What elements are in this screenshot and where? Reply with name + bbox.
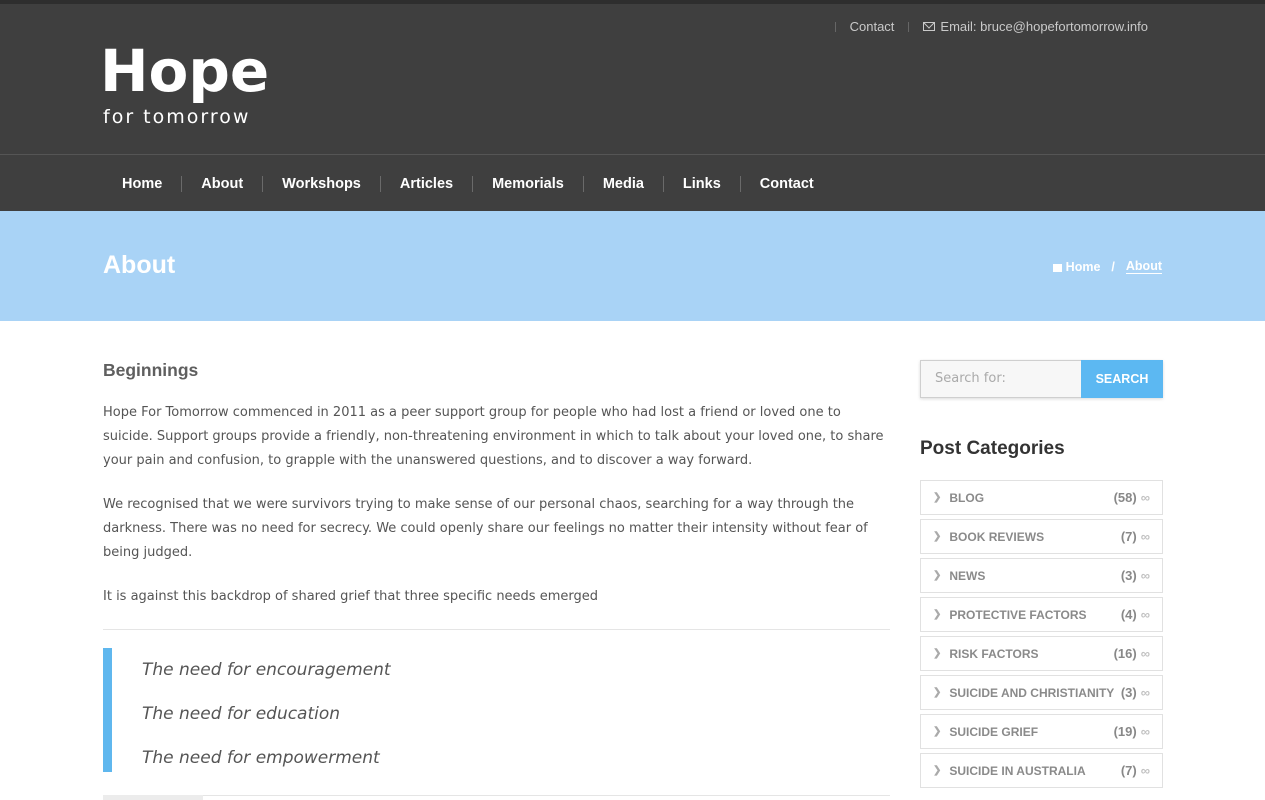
nav-media[interactable]: Media [584,176,663,192]
search-form: Search for: SEARCH [920,360,1163,398]
breadcrumb-home[interactable]: Home [1066,260,1101,274]
chevron-right-icon: ❯ [933,570,942,581]
rss-icon[interactable]: ∞ [1141,607,1150,622]
chevron-right-icon: ❯ [933,531,942,542]
rss-icon[interactable]: ∞ [1141,646,1150,661]
main-content: Beginnings Hope For Tomorrow commenced i… [103,360,890,772]
needs-blockquote: The need for encouragement The need for … [103,648,890,772]
need-item: The need for education [142,704,341,724]
chevron-right-icon: ❯ [933,726,942,737]
top-email-link[interactable]: Email: bruce@hopefortomorrow.info [923,19,1148,34]
category-item[interactable]: ❯ RISK FACTORS (16) ∞ [920,636,1163,671]
logo-title: Hope [100,37,270,105]
category-item[interactable]: ❯ BLOG (58) ∞ [920,480,1163,515]
chevron-right-icon: ❯ [933,687,942,698]
chevron-right-icon: ❯ [933,609,942,620]
category-count: (7) [1120,529,1137,544]
category-count: (3) [1120,568,1137,583]
category-name: BLOG [949,490,985,505]
site-logo[interactable]: Hope for tomorrow [100,40,269,128]
rss-icon[interactable]: ∞ [1141,529,1150,544]
divider [908,21,910,32]
main-nav: Home About Workshops Articles Memorials … [103,176,833,192]
page-banner: About Home / About [0,211,1265,321]
rss-icon[interactable]: ∞ [1141,763,1150,778]
paragraph: It is against this backdrop of shared gr… [103,589,598,604]
need-item: The need for empowerment [142,748,380,768]
category-name: BOOK REVIEWS [949,529,1045,544]
need-item: The need for encouragement [142,660,391,680]
nav-articles[interactable]: Articles [381,176,472,192]
section-heading: Beginnings [103,360,199,380]
breadcrumb-current[interactable]: About [1125,259,1162,274]
category-item[interactable]: ❯ PROTECTIVE FACTORS (4) ∞ [920,597,1163,632]
search-button[interactable]: SEARCH [1081,360,1163,398]
search-input[interactable]: Search for: [920,360,1081,398]
site-header: Contact Email: bruce@hopefortomorrow.inf… [0,0,1265,211]
top-bar: Contact Email: bruce@hopefortomorrow.inf… [821,19,1148,34]
chevron-right-icon: ❯ [933,492,942,503]
category-item[interactable]: ❯ SUICIDE IN AUSTRALIA (7) ∞ [920,753,1163,788]
category-name: SUICIDE IN AUSTRALIA [949,763,1086,778]
top-contact-link[interactable]: Contact [850,19,895,34]
rss-icon[interactable]: ∞ [1141,724,1150,739]
categories-title: Post Categories [920,438,1065,459]
tab-indicator [103,795,203,800]
rss-icon[interactable]: ∞ [1141,685,1150,700]
category-item[interactable]: ❯ BOOK REVIEWS (7) ∞ [920,519,1163,554]
category-name: SUICIDE GRIEF [949,724,1039,739]
paragraph: We recognised that we were survivors try… [103,497,868,560]
divider [103,629,890,630]
paragraph: Hope For Tomorrow commenced in 2011 as a… [103,405,884,468]
category-count: (3) [1120,685,1137,700]
divider [0,154,1265,155]
chevron-right-icon: ❯ [933,765,942,776]
category-name: NEWS [949,568,986,583]
rss-icon[interactable]: ∞ [1141,490,1150,505]
category-item[interactable]: ❯ SUICIDE AND CHRISTIANITY (3) ∞ [920,675,1163,710]
nav-home[interactable]: Home [103,176,181,192]
nav-contact[interactable]: Contact [741,176,833,192]
chevron-right-icon: ❯ [933,648,942,659]
nav-about[interactable]: About [182,176,262,192]
category-count: (16) [1113,646,1137,661]
envelope-icon [923,22,936,31]
category-name: SUICIDE AND CHRISTIANITY [949,685,1115,700]
categories-list: ❯ BLOG (58) ∞ ❯ BOOK REVIEWS (7) ∞ ❯ NEW… [920,480,1163,792]
logo-subtitle: for tomorrow [103,106,251,128]
divider [834,21,836,32]
category-name: PROTECTIVE FACTORS [949,607,1087,622]
breadcrumb: Home / About [1052,259,1162,274]
nav-memorials[interactable]: Memorials [473,176,583,192]
rss-icon[interactable]: ∞ [1141,568,1150,583]
home-icon [1052,263,1062,272]
category-count: (4) [1120,607,1137,622]
category-count: (58) [1113,490,1137,505]
email-text: Email: bruce@hopefortomorrow.info [940,19,1148,34]
divider [103,795,890,796]
nav-workshops[interactable]: Workshops [263,176,380,192]
category-item[interactable]: ❯ NEWS (3) ∞ [920,558,1163,593]
category-item[interactable]: ❯ SUICIDE GRIEF (19) ∞ [920,714,1163,749]
category-count: (7) [1120,763,1137,778]
nav-links[interactable]: Links [664,176,740,192]
category-name: RISK FACTORS [949,646,1039,661]
breadcrumb-separator: / [1111,259,1115,274]
page-title: About [103,251,176,279]
category-count: (19) [1113,724,1137,739]
